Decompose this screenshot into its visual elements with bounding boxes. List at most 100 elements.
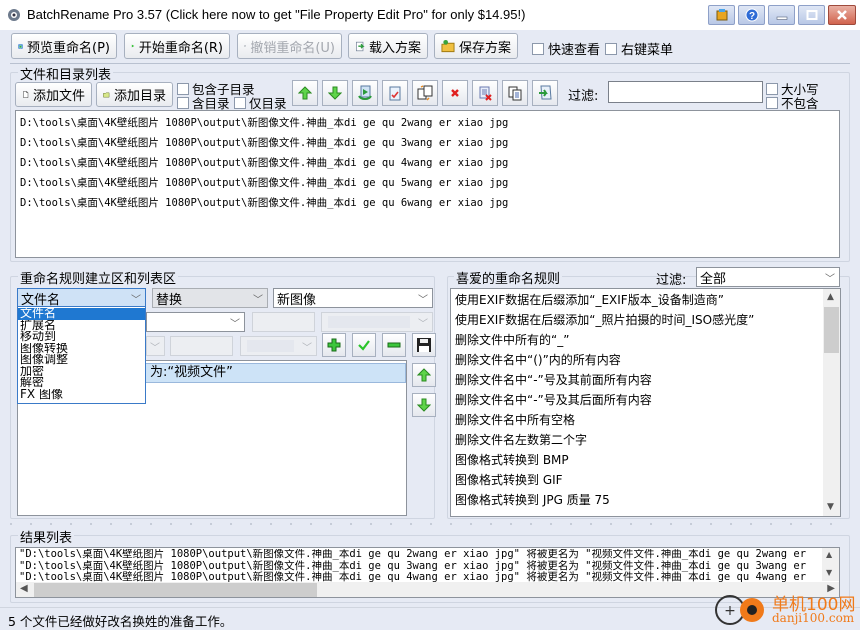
favorites-filter-value: 全部 [700, 271, 727, 287]
quick-view-check[interactable] [532, 42, 544, 55]
favorite-rule-item[interactable]: 删除文件名中“-”号及其后面所有内容 [451, 390, 840, 410]
swap-button[interactable] [412, 80, 438, 106]
copy-icon [508, 86, 521, 100]
close-button[interactable] [828, 5, 856, 25]
dropdown-option[interactable]: 扩展名 [18, 320, 145, 332]
option-combo[interactable]: ﹀ [146, 312, 245, 332]
file-filter-input[interactable] [608, 81, 763, 103]
scroll-up-icon[interactable]: ▲ [826, 550, 832, 559]
file-list-item[interactable]: D:\tools\桌面\4K壁纸图片 1080P\output\新图像文件.神曲… [16, 133, 839, 153]
target-combo[interactable]: 文件名 ﹀ [17, 288, 146, 308]
rule-move-down-button[interactable] [412, 393, 436, 417]
toolbar-divider [10, 63, 850, 64]
favorites-filter-label: 过滤: [656, 273, 687, 288]
favorite-rule-item[interactable]: 使用EXIF数据在后缀添加“_照片拍摄的时间_ISO感光度” [451, 310, 840, 330]
scroll-left-icon[interactable]: ◀ [20, 583, 28, 594]
param-combo-3[interactable]: ﹀ [240, 336, 317, 356]
move-down-button[interactable] [322, 80, 348, 106]
watermark-logo-icon: + [715, 595, 764, 625]
file-list-item[interactable]: D:\tools\桌面\4K壁纸图片 1080P\output\新图像文件.神曲… [16, 113, 839, 133]
app-info-button[interactable] [708, 5, 735, 25]
scroll-down-icon[interactable]: ▼ [827, 502, 834, 512]
result-row[interactable]: "D:\tools\桌面\4K壁纸图片 1080P\output\新图像文件.神… [19, 549, 821, 561]
results-vscrollbar[interactable]: ▲ ▼ [822, 548, 839, 581]
check-button[interactable] [382, 80, 408, 106]
file-list[interactable]: D:\tools\桌面\4K壁纸图片 1080P\output\新图像文件.神曲… [15, 110, 840, 258]
param-combo-2[interactable]: ﹀ [146, 336, 165, 356]
import-button[interactable] [532, 80, 558, 106]
exclude-check[interactable] [766, 96, 778, 109]
favorites-filter-combo[interactable]: 全部 ﹀ [696, 267, 840, 287]
scroll-thumb[interactable] [34, 583, 317, 597]
file-list-item[interactable]: D:\tools\桌面\4K壁纸图片 1080P\output\新图像文件.神曲… [16, 193, 839, 213]
dropdown-option[interactable]: 加密 [18, 366, 145, 378]
chevron-down-icon: ﹀ [418, 295, 428, 306]
save-scheme-button[interactable]: 保存方案 [434, 33, 518, 59]
dropdown-option-selected[interactable]: 文件名 [18, 308, 145, 320]
favorite-rule-item[interactable]: 图像格式转换到 GIF [451, 470, 840, 490]
scroll-down-icon[interactable]: ▼ [826, 568, 832, 577]
dropdown-option[interactable]: 移动到 [18, 331, 145, 343]
remove-rule-button[interactable] [382, 333, 406, 357]
param-field-2[interactable] [170, 336, 233, 356]
help-button[interactable]: ? [738, 5, 765, 25]
save-rule-button[interactable] [412, 333, 436, 357]
maximize-button[interactable] [798, 5, 825, 25]
dropdown-option[interactable]: 解密 [18, 377, 145, 389]
favorite-rule-item[interactable]: 删除文件中所有的“_” [451, 330, 840, 350]
copy-button[interactable] [502, 80, 528, 106]
load-scheme-button[interactable]: 载入方案 [348, 33, 428, 59]
include-dirs-check[interactable] [177, 96, 189, 109]
chevron-down-icon: ﹀ [131, 295, 141, 306]
action-combo[interactable]: 替换 ﹀ [152, 288, 268, 308]
param-field-1[interactable] [252, 312, 315, 332]
apply-rule-button[interactable] [352, 333, 376, 357]
scroll-thumb[interactable] [824, 307, 839, 353]
scroll-up-icon[interactable]: ▲ [827, 292, 834, 302]
favorites-list[interactable]: 使用EXIF数据在后缀添加“_EXIF版本_设备制造商” 使用EXIF数据在后缀添… [450, 288, 841, 517]
favorite-rule-item[interactable]: 删除文件名中“-”号及其前面所有内容 [451, 370, 840, 390]
start-rename-button[interactable]: 开始重命名(R) [124, 33, 230, 59]
add-file-label: 添加文件 [32, 89, 85, 104]
file-list-item[interactable]: D:\tools\桌面\4K壁纸图片 1080P\output\新图像文件.神曲… [16, 173, 839, 193]
value-combo[interactable]: 新图像 ﹀ [273, 288, 433, 308]
param-combo-1[interactable]: ﹀ [321, 312, 433, 332]
file-list-item[interactable]: D:\tools\桌面\4K壁纸图片 1080P\output\新图像文件.神曲… [16, 153, 839, 173]
add-folder-button[interactable]: 添加目录 [96, 82, 173, 107]
favorite-rule-item[interactable]: 使用EXIF数据在后缀添加“_EXIF版本_设备制造商” [451, 290, 840, 310]
add-rule-button[interactable] [322, 333, 346, 357]
dropdown-option[interactable]: 图像调整 [18, 354, 145, 366]
preview-rename-button[interactable]: 预览重命名(P) [11, 33, 117, 59]
box-icon [716, 9, 727, 21]
undo-rename-button[interactable]: 撤销重命名(U) [237, 33, 342, 59]
dirs-only-check[interactable] [234, 96, 246, 109]
target-dropdown-list[interactable]: 文件名 扩展名 移动到 图像转换 图像调整 加密 解密 FX 图像 [17, 306, 146, 404]
minus-icon [387, 342, 401, 348]
delete-button[interactable] [442, 80, 468, 106]
favorite-rule-item[interactable]: 图像格式转换到 JPG 质量 75 [451, 490, 840, 510]
context-menu-checkbox[interactable]: 右键菜单 [605, 39, 673, 58]
undo-icon [244, 45, 246, 47]
folder-icon [103, 92, 110, 97]
window-title[interactable]: BatchRename Pro 3.57 (Click here now to … [27, 7, 525, 22]
favorite-rule-item[interactable]: 图像格式转换到 BMP [451, 450, 840, 470]
chevron-down-icon: ﹀ [302, 343, 312, 354]
add-file-button[interactable]: 添加文件 [15, 82, 92, 107]
favorite-rule-item[interactable]: 删除文件名中所有空格 [451, 410, 840, 430]
context-menu-check[interactable] [605, 42, 617, 55]
refresh-button[interactable] [352, 80, 378, 106]
splitter[interactable] [10, 523, 850, 525]
favorites-scrollbar[interactable]: ▲ ▼ [823, 289, 840, 516]
import-icon [539, 85, 552, 100]
delete-all-button[interactable] [472, 80, 498, 106]
favorite-rule-item[interactable]: 删除文件名左数第二个字 [451, 430, 840, 450]
dropdown-option[interactable]: FX 图像 [18, 389, 145, 401]
checklist-icon [389, 86, 401, 100]
result-row[interactable]: "D:\tools\桌面\4K壁纸图片 1080P\output\新图像文件.神… [19, 571, 821, 582]
rule-move-up-button[interactable] [412, 363, 436, 387]
dropdown-option[interactable]: 图像转换 [18, 343, 145, 355]
favorite-rule-item[interactable]: 删除文件名中“()”内的所有内容 [451, 350, 840, 370]
move-up-button[interactable] [292, 80, 318, 106]
minimize-button[interactable] [768, 5, 795, 25]
quick-view-checkbox[interactable]: 快速查看 [532, 39, 600, 58]
